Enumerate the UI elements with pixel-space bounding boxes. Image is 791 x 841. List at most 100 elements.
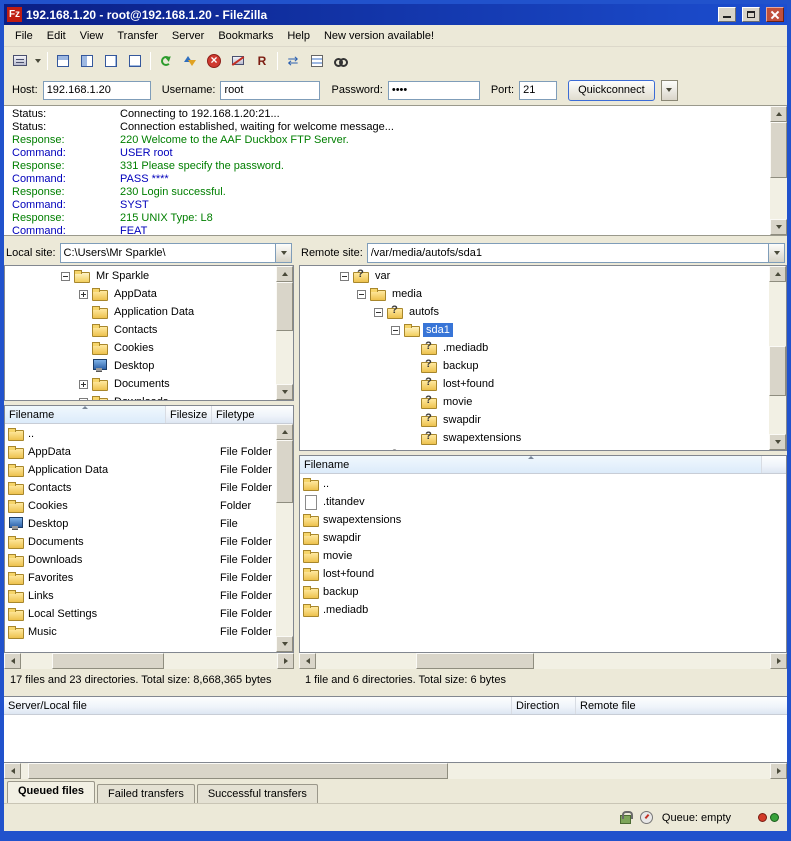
tree-item[interactable]: Cookies	[5, 339, 276, 357]
scroll-left-button[interactable]	[4, 763, 21, 779]
scroll-up-button[interactable]	[770, 106, 787, 122]
scrollbar-thumb[interactable]	[769, 346, 786, 396]
expander-minus-icon[interactable]	[357, 290, 366, 299]
scroll-right-button[interactable]	[770, 763, 787, 779]
tree-item[interactable]: movie	[300, 393, 769, 411]
vertical-scrollbar[interactable]	[276, 266, 293, 400]
menu-bookmarks[interactable]: Bookmarks	[211, 27, 280, 45]
file-row[interactable]: .mediadb	[300, 601, 786, 619]
scroll-down-button[interactable]	[770, 219, 787, 235]
tab-queued-files[interactable]: Queued files	[7, 781, 95, 803]
menu-edit[interactable]: Edit	[40, 27, 73, 45]
maximize-button[interactable]	[742, 7, 760, 22]
scrollbar-thumb[interactable]	[276, 282, 293, 331]
scroll-down-button[interactable]	[276, 384, 293, 400]
reconnect-button[interactable]	[250, 50, 274, 72]
menu-new-version[interactable]: New version available!	[317, 27, 441, 45]
file-row[interactable]: ..	[300, 475, 786, 493]
file-row[interactable]: FavoritesFile Folder	[5, 569, 276, 587]
quickconnect-button[interactable]: Quickconnect	[568, 80, 655, 101]
file-row[interactable]: Local SettingsFile Folder	[5, 605, 276, 623]
expander-minus-icon[interactable]	[61, 272, 70, 281]
scroll-right-button[interactable]	[277, 653, 294, 669]
file-row[interactable]: lost+found	[300, 565, 786, 583]
horizontal-scrollbar[interactable]	[4, 653, 294, 669]
host-input[interactable]	[43, 81, 151, 100]
vertical-scrollbar[interactable]	[276, 424, 293, 652]
username-input[interactable]	[220, 81, 320, 100]
expander-plus-icon[interactable]	[79, 398, 88, 401]
tree-item[interactable]: swapdir	[300, 411, 769, 429]
local-path-dropdown[interactable]	[275, 244, 291, 262]
scroll-up-button[interactable]	[276, 424, 293, 440]
tree-item[interactable]: Desktop	[5, 357, 276, 375]
column-header-filetype[interactable]: Filetype	[212, 406, 293, 423]
synchronized-browsing-button[interactable]	[305, 50, 329, 72]
file-row[interactable]: .titandev	[300, 493, 786, 511]
toggle-remote-tree-button[interactable]	[99, 50, 123, 72]
close-button[interactable]	[766, 7, 784, 22]
column-header-filesize[interactable]: Filesize	[166, 406, 212, 423]
menu-help[interactable]: Help	[280, 27, 317, 45]
tree-item[interactable]: media	[300, 285, 769, 303]
encryption-icon[interactable]	[620, 811, 631, 824]
file-row[interactable]: Application DataFile Folder	[5, 461, 276, 479]
column-header-filename[interactable]: Filename	[5, 406, 166, 423]
scrollbar-thumb[interactable]	[770, 122, 787, 178]
horizontal-scrollbar[interactable]	[299, 653, 787, 669]
local-path-input[interactable]	[61, 244, 275, 262]
site-manager-button[interactable]	[8, 50, 32, 72]
tree-item-selected[interactable]: sda1	[300, 321, 769, 339]
vertical-scrollbar[interactable]	[770, 106, 787, 235]
file-row[interactable]: DocumentsFile Folder	[5, 533, 276, 551]
file-row[interactable]: movie	[300, 547, 786, 565]
file-row[interactable]: MusicFile Folder	[5, 623, 276, 641]
file-row[interactable]: CookiesFolder	[5, 497, 276, 515]
file-row[interactable]: ..	[5, 425, 276, 443]
tree-item[interactable]: Downloads	[5, 393, 276, 400]
find-files-button[interactable]	[329, 50, 353, 72]
scrollbar-thumb[interactable]	[276, 440, 293, 503]
scroll-up-button[interactable]	[769, 266, 786, 282]
site-manager-dropdown[interactable]	[32, 50, 44, 72]
column-header-server-local-file[interactable]: Server/Local file	[4, 697, 512, 714]
tree-item[interactable]: Mr Sparkle	[5, 267, 276, 285]
tree-item[interactable]: dvd	[300, 447, 769, 450]
column-header-direction[interactable]: Direction	[512, 697, 576, 714]
column-header-filename[interactable]: Filename	[300, 456, 762, 473]
toggle-message-log-button[interactable]	[51, 50, 75, 72]
port-input[interactable]	[519, 81, 557, 100]
scroll-left-button[interactable]	[299, 653, 316, 669]
scroll-up-button[interactable]	[276, 266, 293, 282]
tree-item[interactable]: AppData	[5, 285, 276, 303]
menu-server[interactable]: Server	[165, 27, 211, 45]
expander-minus-icon[interactable]	[391, 326, 400, 335]
speed-limits-icon[interactable]	[640, 811, 653, 824]
expander-minus-icon[interactable]	[374, 308, 383, 317]
file-row[interactable]: DesktopFile	[5, 515, 276, 533]
minimize-button[interactable]	[718, 7, 736, 22]
password-input[interactable]	[388, 81, 480, 100]
expander-plus-icon[interactable]	[79, 290, 88, 299]
local-site-combo[interactable]	[60, 243, 292, 263]
tab-successful-transfers[interactable]: Successful transfers	[197, 784, 318, 803]
tree-item[interactable]: backup	[300, 357, 769, 375]
column-header-remote-file[interactable]: Remote file	[576, 697, 787, 714]
cancel-button[interactable]	[202, 50, 226, 72]
refresh-button[interactable]	[154, 50, 178, 72]
toggle-local-tree-button[interactable]	[75, 50, 99, 72]
tree-item[interactable]: .mediadb	[300, 339, 769, 357]
menu-transfer[interactable]: Transfer	[110, 27, 165, 45]
toggle-queue-button[interactable]	[123, 50, 147, 72]
menu-view[interactable]: View	[73, 27, 111, 45]
file-row[interactable]: LinksFile Folder	[5, 587, 276, 605]
compare-directories-button[interactable]	[281, 50, 305, 72]
scrollbar-thumb[interactable]	[416, 653, 534, 669]
remote-site-combo[interactable]	[367, 243, 785, 263]
disconnect-button[interactable]	[226, 50, 250, 72]
scroll-left-button[interactable]	[4, 653, 21, 669]
menu-file[interactable]: File	[8, 27, 40, 45]
file-row[interactable]: swapextensions	[300, 511, 786, 529]
vertical-scrollbar[interactable]	[769, 266, 786, 450]
process-queue-button[interactable]	[178, 50, 202, 72]
